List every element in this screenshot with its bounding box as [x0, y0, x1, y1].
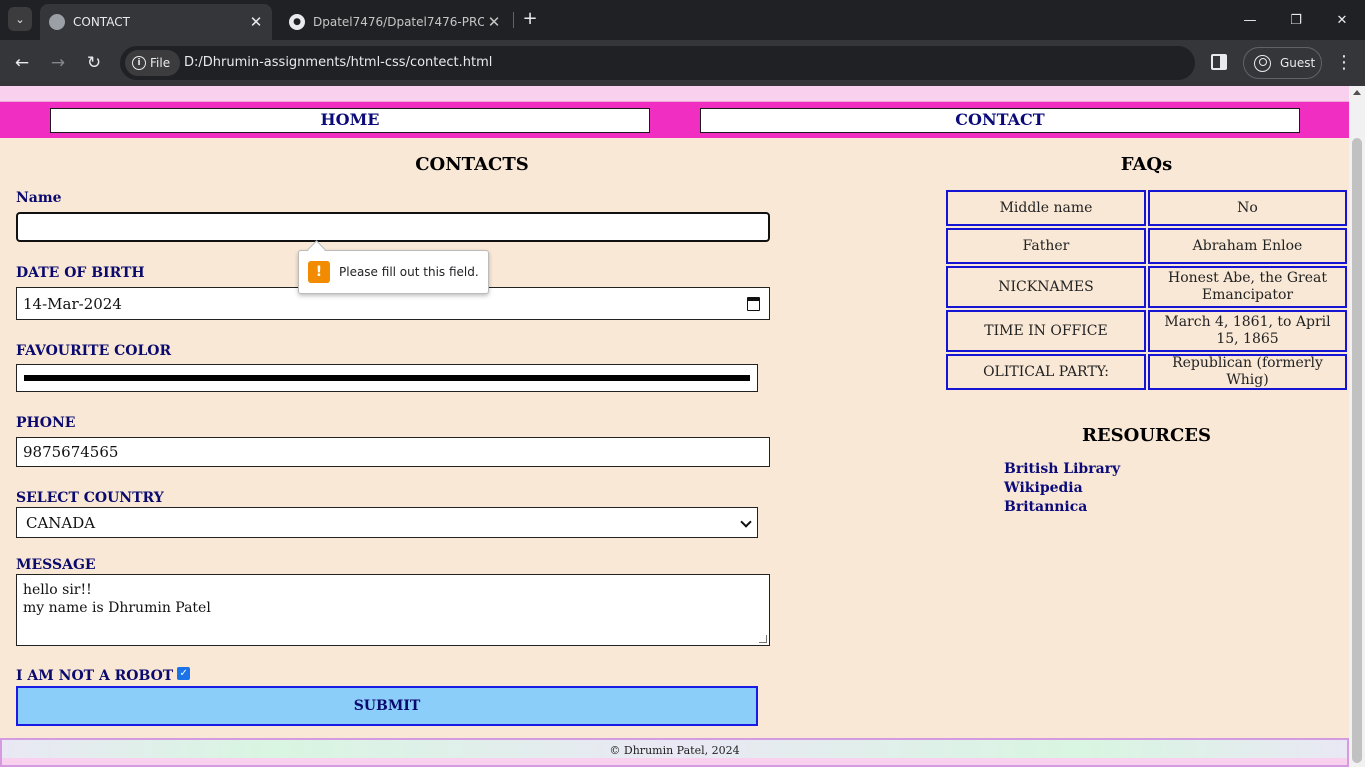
nav-contact-link[interactable]: CONTACT	[700, 108, 1300, 133]
resource-link-british-library[interactable]: British Library	[1004, 461, 1120, 477]
minimize-button[interactable]: —	[1227, 0, 1273, 40]
phone-input[interactable]: 9875674565	[16, 437, 770, 467]
robot-check-row: I AM NOT A ROBOT ✓	[16, 666, 191, 684]
info-icon: i	[132, 56, 146, 70]
tab-title: CONTACT	[73, 15, 130, 29]
footer-copyright: © Dhrumin Patel, 2024	[609, 744, 740, 757]
resource-link-britannica[interactable]: Britannica	[1004, 499, 1087, 515]
address-bar[interactable]: i File D:/Dhrumin-assignments/html-css/c…	[120, 46, 1195, 80]
country-selected-value: CANADA	[26, 513, 96, 532]
close-window-button[interactable]: ✕	[1319, 0, 1365, 40]
favourite-color-label: FAVOURITE COLOR	[16, 343, 172, 359]
robot-checkbox[interactable]: ✓	[177, 666, 191, 680]
page-footer: © Dhrumin Patel, 2024	[0, 738, 1349, 767]
resources-title: RESOURCES	[1081, 425, 1212, 446]
faq-answer: March 4, 1861, to April 15, 1865	[1148, 310, 1347, 352]
message-label: MESSAGE	[16, 557, 96, 573]
country-select[interactable]: CANADA	[16, 507, 758, 538]
message-line: hello sir!!	[23, 582, 92, 598]
faq-answer: Republican (formerly Whig)	[1148, 354, 1347, 390]
restore-icon: ❐	[1290, 12, 1302, 28]
reload-button[interactable]: ↻	[82, 51, 106, 75]
color-picker-input[interactable]	[16, 364, 758, 392]
arrow-right-icon: →	[50, 53, 66, 73]
site-info-chip[interactable]: i File	[125, 50, 180, 76]
validation-tooltip: ! Please fill out this field.	[298, 250, 489, 294]
page-viewport: HOME CONTACT CONTACTS Name DATE OF BIRTH…	[0, 86, 1349, 767]
chevron-down-icon: ⌄	[15, 12, 25, 26]
close-tab-icon[interactable]: ✕	[246, 13, 266, 31]
faq-title: FAQs	[1120, 154, 1173, 175]
scrollbar-thumb[interactable]	[1352, 138, 1362, 763]
tab-github[interactable]: ● Dpatel7476/Dpatel7476-PROG8 ✕	[280, 4, 510, 40]
arrow-left-icon: ←	[14, 53, 30, 73]
close-tab-icon[interactable]: ✕	[484, 13, 504, 31]
profile-button[interactable]: Guest	[1243, 47, 1322, 79]
faq-question: NICKNAMES	[946, 266, 1146, 308]
submit-button[interactable]: SUBMIT	[16, 686, 758, 726]
scroll-up-icon[interactable]	[1353, 90, 1361, 95]
globe-icon	[49, 14, 65, 30]
tab-strip: ⌄ CONTACT ✕ ● Dpatel7476/Dpatel7476-PROG…	[0, 0, 1365, 40]
nav-home-link[interactable]: HOME	[50, 108, 650, 133]
back-button[interactable]: ←	[10, 51, 34, 75]
name-label: Name	[16, 190, 62, 206]
validation-message: Please fill out this field.	[339, 265, 479, 279]
message-line: my name is Dhrumin Patel	[23, 600, 211, 616]
faq-answer: Honest Abe, the Great Emancipator	[1148, 266, 1347, 308]
color-swatch	[24, 375, 750, 381]
faq-question: Father	[946, 228, 1146, 264]
vertical-scrollbar[interactable]	[1349, 86, 1365, 767]
tab-search-button[interactable]: ⌄	[8, 7, 32, 31]
close-icon: ✕	[1336, 12, 1348, 28]
dob-value: 14-Mar-2024	[23, 294, 122, 313]
minimize-icon: —	[1243, 12, 1257, 28]
chevron-down-icon	[740, 516, 752, 528]
github-icon: ●	[289, 14, 305, 30]
side-panel-icon[interactable]	[1211, 54, 1227, 70]
faq-answer: No	[1148, 190, 1347, 226]
tab-title: Dpatel7476/Dpatel7476-PROG8	[313, 15, 484, 29]
tab-separator	[513, 12, 514, 28]
faq-question: TIME IN OFFICE	[946, 310, 1146, 352]
restore-button[interactable]: ❐	[1273, 0, 1319, 40]
kebab-menu-icon[interactable]: ⋮	[1334, 51, 1354, 75]
faq-answer: Abraham Enloe	[1148, 228, 1347, 264]
site-navbar: HOME CONTACT	[0, 102, 1349, 138]
name-input[interactable]	[16, 212, 770, 242]
person-icon	[1254, 54, 1271, 72]
faq-question: Middle name	[946, 190, 1146, 226]
country-label: SELECT COUNTRY	[16, 490, 164, 506]
new-tab-button[interactable]: +	[519, 8, 541, 30]
resource-link-wikipedia[interactable]: Wikipedia	[1004, 480, 1083, 496]
url-text[interactable]: D:/Dhrumin-assignments/html-css/contect.…	[184, 55, 492, 70]
calendar-icon[interactable]	[747, 297, 760, 311]
forward-button[interactable]: →	[46, 51, 70, 75]
browser-toolbar: ← → ↻ i File D:/Dhrumin-assignments/html…	[0, 40, 1365, 86]
message-textarea[interactable]: hello sir!! my name is Dhrumin Patel	[16, 574, 770, 646]
contacts-title: CONTACTS	[415, 154, 529, 175]
dob-label: DATE OF BIRTH	[16, 265, 145, 281]
tab-contact[interactable]: CONTACT ✕	[40, 4, 272, 40]
warning-icon: !	[308, 261, 330, 283]
faq-question: OLITICAL PARTY:	[946, 354, 1146, 390]
profile-label: Guest	[1280, 56, 1316, 70]
file-chip-label: File	[150, 56, 171, 70]
resize-handle-icon[interactable]	[759, 635, 767, 643]
reload-icon: ↻	[86, 53, 102, 73]
robot-label: I AM NOT A ROBOT	[16, 668, 174, 684]
header-strip	[0, 86, 1349, 102]
phone-label: PHONE	[16, 415, 76, 431]
